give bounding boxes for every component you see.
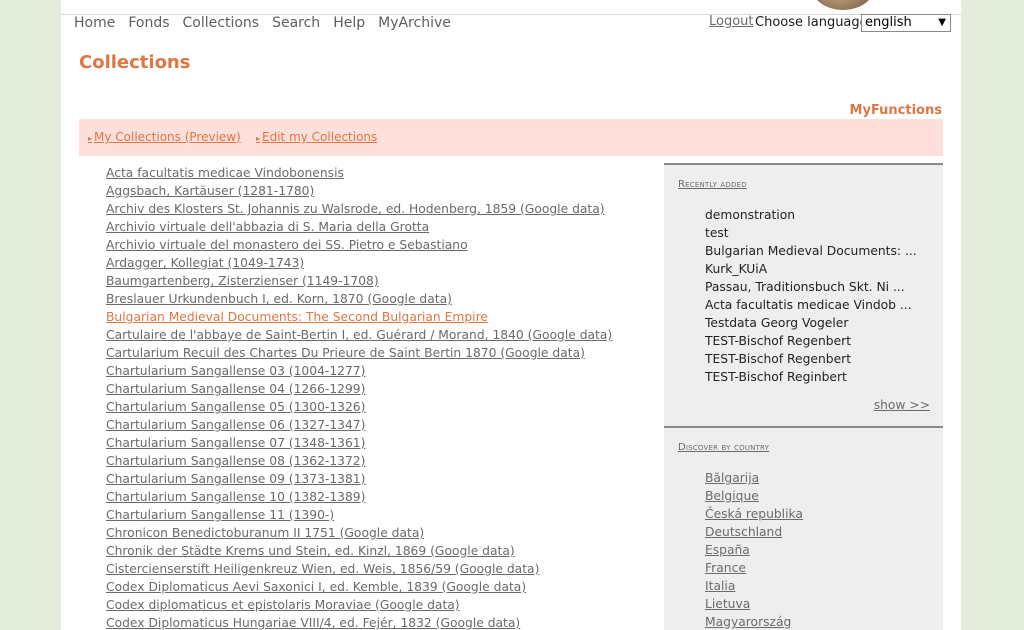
collection-link[interactable]: Archiv des Klosters St. Johannis zu Wals… — [106, 200, 666, 218]
collection-link[interactable]: Cartularium Recuil des Chartes Du Prieur… — [106, 344, 666, 362]
country-link[interactable]: Bălgarija — [705, 469, 803, 487]
collection-link[interactable]: Acta facultatis medicae Vindobonensis — [106, 164, 666, 182]
collection-link[interactable]: Chartularium Sangallense 10 (1382-1389) — [106, 488, 666, 506]
recent-item: Bulgarian Medieval Documents: ... — [705, 244, 917, 258]
nav-myarchive[interactable]: MyArchive — [378, 15, 451, 35]
recent-item: test — [705, 226, 729, 240]
nav-search[interactable]: Search — [272, 15, 320, 35]
recent-item: Acta facultatis medicae Vindob ... — [705, 298, 912, 312]
collection-link[interactable]: Chartularium Sangallense 06 (1327-1347) — [106, 416, 666, 434]
discover-by-country-heading[interactable]: Discover by country — [678, 442, 769, 453]
country-link[interactable]: Magyarország — [705, 613, 803, 630]
collection-link[interactable]: Ardagger, Kollegiat (1049-1743) — [106, 254, 666, 272]
collection-link[interactable]: Aggsbach, Kartäuser (1281-1780) — [106, 182, 666, 200]
edit-my-collections-label: Edit my Collections — [262, 130, 378, 144]
logout-link[interactable]: Logout — [709, 14, 754, 29]
my-collections-preview-link[interactable]: ▸ My Collections (Preview) — [88, 130, 241, 144]
recently-added-heading[interactable]: Recently added — [678, 179, 747, 190]
triangle-bullet-icon: ▸ — [88, 134, 93, 143]
nav-collections[interactable]: Collections — [183, 15, 260, 35]
sidebar: Recently added demonstration test Bulgar… — [664, 163, 943, 630]
collection-link[interactable]: Cartulaire de l'abbaye de Saint-Bertin I… — [106, 326, 666, 344]
collection-link[interactable]: Cistercienserstift Heiligenkreuz Wien, e… — [106, 560, 666, 578]
country-link[interactable]: Lietuva — [705, 595, 803, 613]
page-title: Collections — [79, 52, 191, 73]
collection-link[interactable]: Chartularium Sangallense 05 (1300-1326) — [106, 398, 666, 416]
collection-link[interactable]: Chartularium Sangallense 04 (1266-1299) — [106, 380, 666, 398]
country-link[interactable]: España — [705, 541, 803, 559]
sidebar-divider — [664, 163, 943, 165]
collection-link[interactable]: Bulgarian Medieval Documents: The Second… — [106, 308, 666, 326]
country-link[interactable]: France — [705, 559, 803, 577]
page-container: Home Fonds Collections Search Help MyArc… — [61, 0, 961, 630]
country-link[interactable]: Italia — [705, 577, 803, 595]
dropdown-arrow-icon: ▼ — [938, 17, 946, 28]
collection-link[interactable]: Chronicon Benedictoburanum II 1751 (Goog… — [106, 524, 666, 542]
nav-home[interactable]: Home — [74, 15, 115, 35]
nav-fonds[interactable]: Fonds — [128, 15, 169, 35]
collection-link[interactable]: Codex diplomaticus et epistolaris Moravi… — [106, 596, 666, 614]
collection-link[interactable]: Chartularium Sangallense 03 (1004-1277) — [106, 362, 666, 380]
seal-logo — [811, 0, 875, 10]
recent-item: Kurk_KUiA — [705, 262, 768, 276]
edit-my-collections-link[interactable]: ▸ Edit my Collections — [256, 130, 377, 144]
country-link[interactable]: Deutschland — [705, 523, 803, 541]
collection-link[interactable]: Archivio virtuale del monastero dei SS. … — [106, 236, 666, 254]
collection-link[interactable]: Chartularium Sangallense 07 (1348-1361) — [106, 434, 666, 452]
recent-item: TEST-Bischof Reginbert — [705, 370, 847, 384]
language-select[interactable]: english ▼ — [861, 14, 951, 32]
recent-item: demonstration — [705, 208, 796, 222]
recent-item: Passau, Traditionsbuch Skt. Ni ... — [705, 280, 905, 294]
myfunctions-heading: MyFunctions — [849, 103, 942, 118]
collection-link[interactable]: Archivio virtuale dell'abbazia di S. Mar… — [106, 218, 666, 236]
collection-link[interactable]: Chartularium Sangallense 09 (1373-1381) — [106, 470, 666, 488]
recent-item: TEST-Bischof Regenbert — [705, 352, 852, 366]
recently-added-list: demonstration test Bulgarian Medieval Do… — [705, 206, 917, 386]
collection-link[interactable]: Breslauer Urkundenbuch I, ed. Korn, 1870… — [106, 290, 666, 308]
collection-link[interactable]: Codex Diplomaticus Aevi Saxonici I, ed. … — [106, 578, 666, 596]
collection-link[interactable]: Chartularium Sangallense 08 (1362-1372) — [106, 452, 666, 470]
language-label: Choose language: — [755, 15, 873, 30]
language-value: english — [865, 15, 912, 30]
country-link[interactable]: Česká republika — [705, 505, 803, 523]
collection-link[interactable]: Chronik der Städte Krems und Stein, ed. … — [106, 542, 666, 560]
my-collections-preview-label: My Collections (Preview) — [94, 130, 241, 144]
recent-item: TEST-Bischof Regenbert — [705, 334, 852, 348]
collection-link[interactable]: Codex Diplomaticus Hungariae VIII/4, ed.… — [106, 614, 666, 630]
collection-link[interactable]: Baumgartenberg, Zisterzienser (1149-1708… — [106, 272, 666, 290]
collections-list: Acta facultatis medicae Vindobonensis Ag… — [106, 164, 666, 630]
functions-bar: ▸ My Collections (Preview) ▸ Edit my Colle… — [79, 119, 943, 156]
triangle-bullet-icon: ▸ — [256, 134, 261, 143]
country-list: Bălgarija Belgique Česká republika Deuts… — [705, 469, 803, 630]
recent-item: Testdata Georg Vogeler — [705, 316, 849, 330]
country-link[interactable]: Belgique — [705, 487, 803, 505]
show-more-link[interactable]: show >> — [874, 398, 930, 412]
collection-link[interactable]: Chartularium Sangallense 11 (1390-) — [106, 506, 666, 524]
main-nav: Home Fonds Collections Search Help MyArc… — [74, 15, 464, 35]
nav-help[interactable]: Help — [333, 15, 365, 35]
sidebar-divider — [664, 426, 943, 428]
